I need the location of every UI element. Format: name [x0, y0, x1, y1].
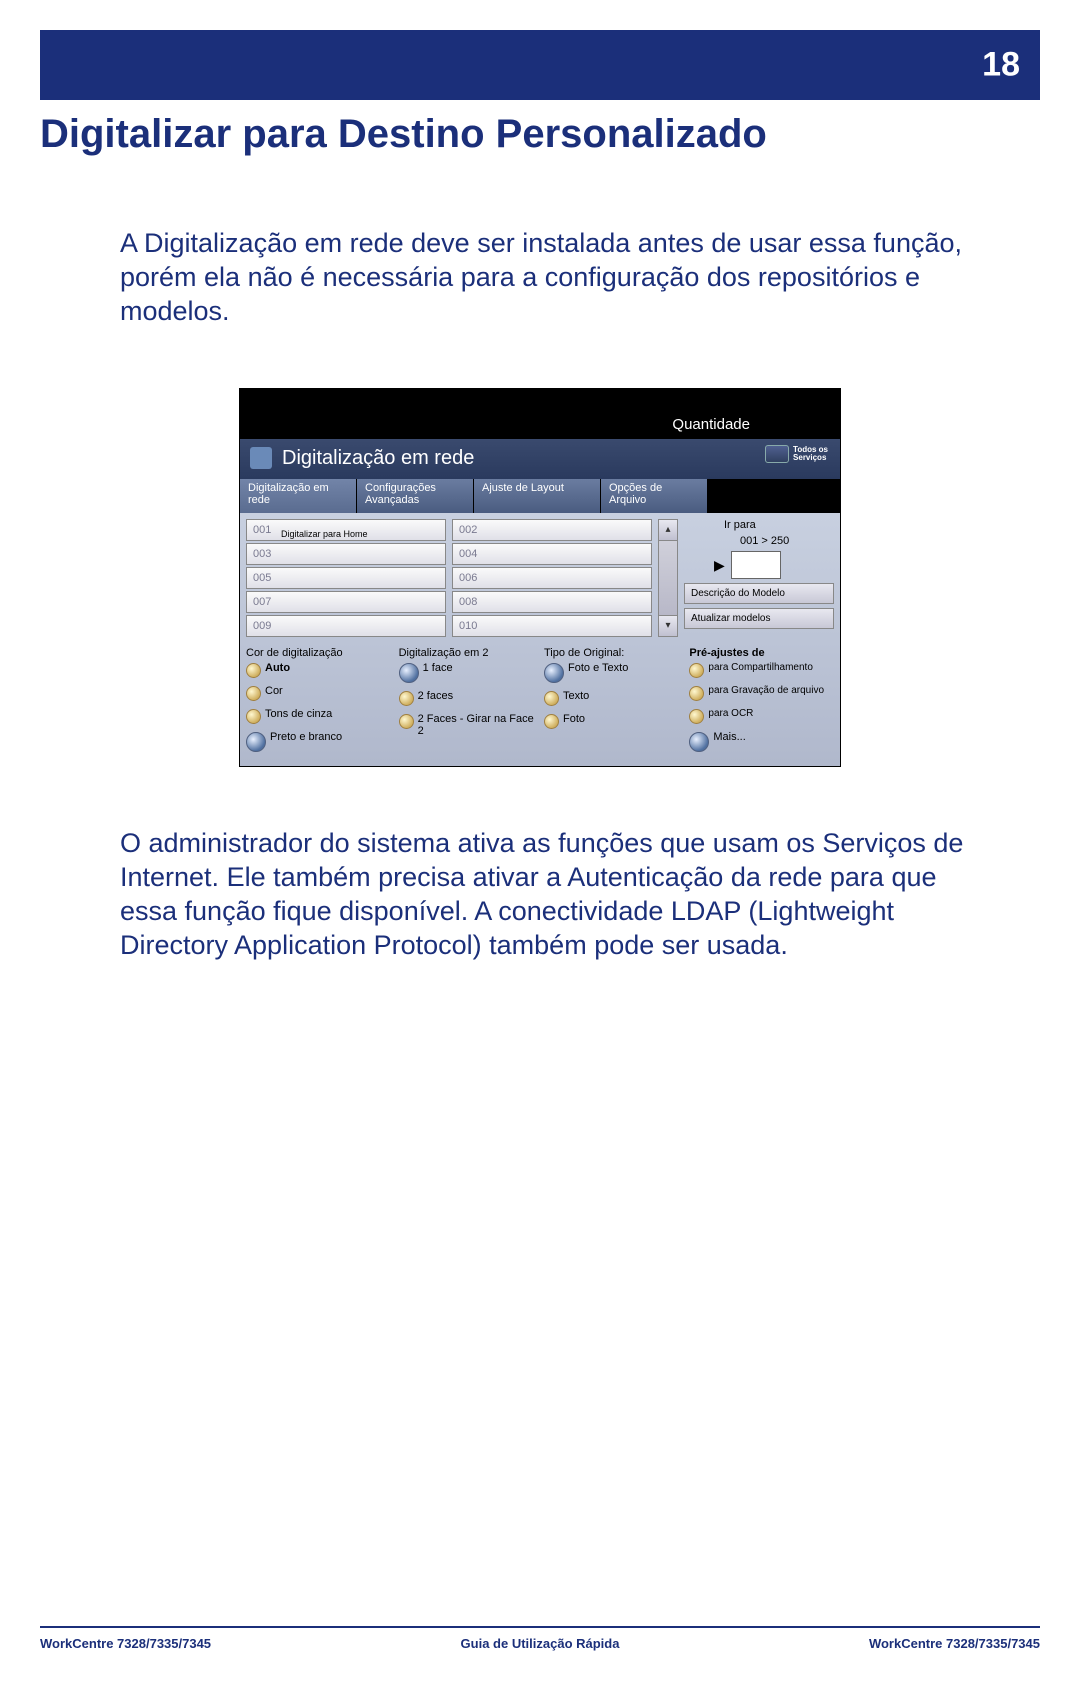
list-item-sub: Digitalizar para Home: [281, 524, 368, 544]
footer-center: Guia de Utilização Rápida: [461, 1636, 620, 1651]
footer-right: WorkCentre 7328/7335/7345: [869, 1636, 1040, 1651]
document-page: 18 Digitalizar para Destino Personalizad…: [0, 30, 1080, 1699]
admin-paragraph: O administrador do sistema ativa as funç…: [120, 827, 970, 962]
option-1face[interactable]: 1 face: [399, 663, 536, 683]
goto-row: ▶: [684, 551, 834, 579]
scroll-up-icon[interactable]: ▴: [658, 519, 678, 541]
quantity-label: Quantidade: [672, 416, 750, 433]
option-2faces[interactable]: 2 faces: [399, 691, 536, 706]
radio-icon: [689, 709, 704, 724]
option-more[interactable]: Mais...: [689, 732, 834, 752]
list-item[interactable]: 005: [246, 567, 446, 589]
list-item[interactable]: 002: [452, 519, 652, 541]
page-title: Digitalizar para Destino Personalizado: [40, 112, 1040, 157]
list-item[interactable]: 004: [452, 543, 652, 565]
tab-bar: Digitalização em rede Configurações Avan…: [240, 479, 840, 513]
option-for-sharing[interactable]: para Compartilhamento: [689, 663, 834, 678]
tab-advanced[interactable]: Configurações Avançadas: [357, 479, 474, 513]
network-scan-icon: [250, 447, 272, 469]
list-item[interactable]: 001Digitalizar para Home: [246, 519, 446, 541]
tab-file-options[interactable]: Opções de Arquivo: [601, 479, 708, 513]
original-type-column: Tipo de Original: Foto e Texto Texto Fot…: [544, 647, 681, 760]
list-item[interactable]: 007: [246, 591, 446, 613]
radio-icon: [544, 663, 564, 683]
panel-title: Digitalização em rede: [282, 447, 474, 470]
two-sided-column: Digitalização em 2 1 face 2 faces 2 Face…: [399, 647, 536, 760]
model-description-button[interactable]: Descrição do Modelo: [684, 583, 834, 604]
column-header: Cor de digitalização: [246, 647, 391, 659]
content-area: 001Digitalizar para Home 003 005 007 009…: [240, 513, 840, 766]
ui-screenshot: Quantidade Digitalização em rede Todos o…: [239, 388, 841, 767]
option-grayscale[interactable]: Tons de cinza: [246, 709, 391, 724]
list-scrollbar[interactable]: ▴ ▾: [658, 519, 678, 637]
side-controls: Ir para 001 > 250 ▶ Descrição do Modelo …: [684, 519, 834, 637]
column-header: Tipo de Original:: [544, 647, 681, 659]
radio-icon: [246, 732, 266, 752]
list-item[interactable]: 010: [452, 615, 652, 637]
radio-icon: [246, 709, 261, 724]
radio-icon: [689, 732, 709, 752]
page-number: 18: [982, 46, 1020, 85]
radio-icon: [399, 663, 419, 683]
page-footer: WorkCentre 7328/7335/7345 Guia de Utiliz…: [40, 1626, 1040, 1651]
scroll-track[interactable]: [658, 541, 678, 615]
tab-layout[interactable]: Ajuste de Layout: [474, 479, 601, 513]
play-icon[interactable]: ▶: [714, 557, 725, 574]
goto-range: 001 > 250: [684, 535, 834, 547]
option-photo-text[interactable]: Foto e Texto: [544, 663, 681, 683]
goto-input[interactable]: [731, 551, 781, 579]
option-color[interactable]: Cor: [246, 686, 391, 701]
radio-icon: [689, 686, 704, 701]
option-photo[interactable]: Foto: [544, 714, 681, 729]
list-item[interactable]: 008: [452, 591, 652, 613]
all-services-label: Todos os Serviços: [793, 446, 828, 462]
option-2faces-rotate[interactable]: 2 Faces - Girar na Face 2: [399, 714, 536, 737]
all-services-button[interactable]: Todos os Serviços: [765, 445, 828, 463]
option-auto[interactable]: Auto: [246, 663, 391, 678]
status-bar: Quantidade: [240, 389, 840, 439]
column-header: Digitalização em 2: [399, 647, 536, 659]
panel-header: Digitalização em rede Todos os Serviços: [240, 439, 840, 479]
template-list-right: 002 004 006 008 010: [452, 519, 652, 637]
radio-icon: [399, 714, 414, 729]
radio-icon: [689, 663, 704, 678]
radio-icon: [246, 663, 261, 678]
intro-paragraph: A Digitalização em rede deve ser instala…: [120, 227, 970, 328]
list-item[interactable]: 009: [246, 615, 446, 637]
scan-color-column: Cor de digitalização Auto Cor Tons de ci…: [246, 647, 391, 760]
options-grid: Cor de digitalização Auto Cor Tons de ci…: [246, 647, 834, 760]
tab-network-scan[interactable]: Digitalização em rede: [240, 479, 357, 513]
option-for-ocr[interactable]: para OCR: [689, 709, 834, 724]
column-header: Pré-ajustes de: [689, 647, 834, 659]
option-for-archive[interactable]: para Gravação de arquivo: [689, 686, 834, 701]
radio-icon: [399, 691, 414, 706]
presets-column: Pré-ajustes de para Compartilhamento par…: [689, 647, 834, 760]
template-list-area: 001Digitalizar para Home 003 005 007 009…: [246, 519, 834, 637]
list-item[interactable]: 006: [452, 567, 652, 589]
option-bw[interactable]: Preto e branco: [246, 732, 391, 752]
option-text[interactable]: Texto: [544, 691, 681, 706]
radio-icon: [544, 714, 559, 729]
header-bar: 18: [40, 30, 1040, 100]
radio-icon: [246, 686, 261, 701]
goto-label: Ir para: [684, 519, 834, 531]
services-grid-icon: [765, 445, 789, 463]
template-list-left: 001Digitalizar para Home 003 005 007 009: [246, 519, 446, 637]
footer-left: WorkCentre 7328/7335/7345: [40, 1636, 211, 1651]
scroll-down-icon[interactable]: ▾: [658, 615, 678, 637]
radio-icon: [544, 691, 559, 706]
list-item[interactable]: 003: [246, 543, 446, 565]
update-models-button[interactable]: Atualizar modelos: [684, 608, 834, 629]
